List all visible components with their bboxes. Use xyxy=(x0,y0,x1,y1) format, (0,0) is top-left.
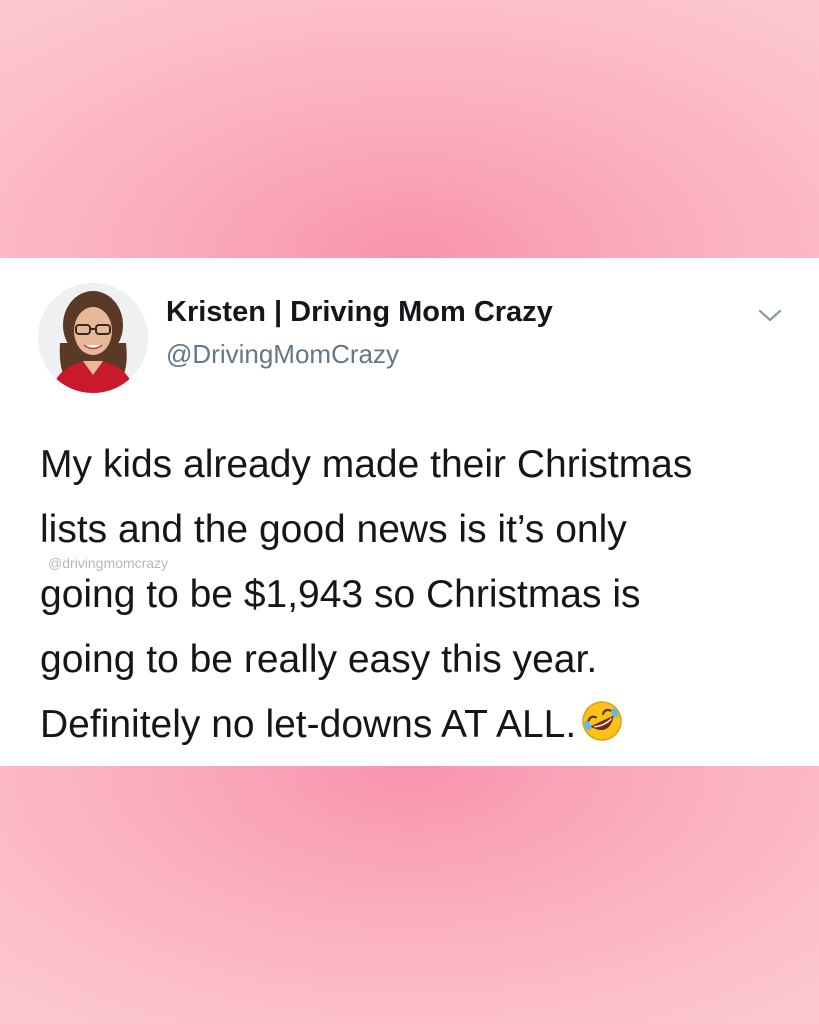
tweet-text-line: going to be really easy this year. xyxy=(40,638,598,681)
rolling-on-floor-laughing-emoji-icon xyxy=(580,698,624,742)
pink-background-bottom xyxy=(0,766,819,1024)
tweet-text-line-content: Definitely no let-downs AT ALL. xyxy=(40,703,577,746)
tweet-text-line: going to be $1,943 so Christmas is xyxy=(40,573,641,616)
tweet-text-line-last: Definitely no let-downs AT ALL. xyxy=(40,692,800,757)
display-name[interactable]: Kristen | Driving Mom Crazy xyxy=(166,296,553,329)
tweet-text-line: My kids already made their Christmas xyxy=(40,443,693,486)
chevron-down-icon[interactable] xyxy=(756,306,784,326)
tweet-text-line: lists and the good news is it’s only xyxy=(40,508,627,551)
watermark: @drivingmomcrazy xyxy=(48,555,169,571)
tweet-card: Kristen | Driving Mom Crazy @DrivingMomC… xyxy=(0,258,819,766)
pink-background-top xyxy=(0,0,819,258)
avatar[interactable] xyxy=(38,283,148,393)
avatar-image xyxy=(38,283,148,393)
handle[interactable]: @DrivingMomCrazy xyxy=(166,339,399,370)
tweet-text: My kids already made their Christmas lis… xyxy=(40,432,800,757)
